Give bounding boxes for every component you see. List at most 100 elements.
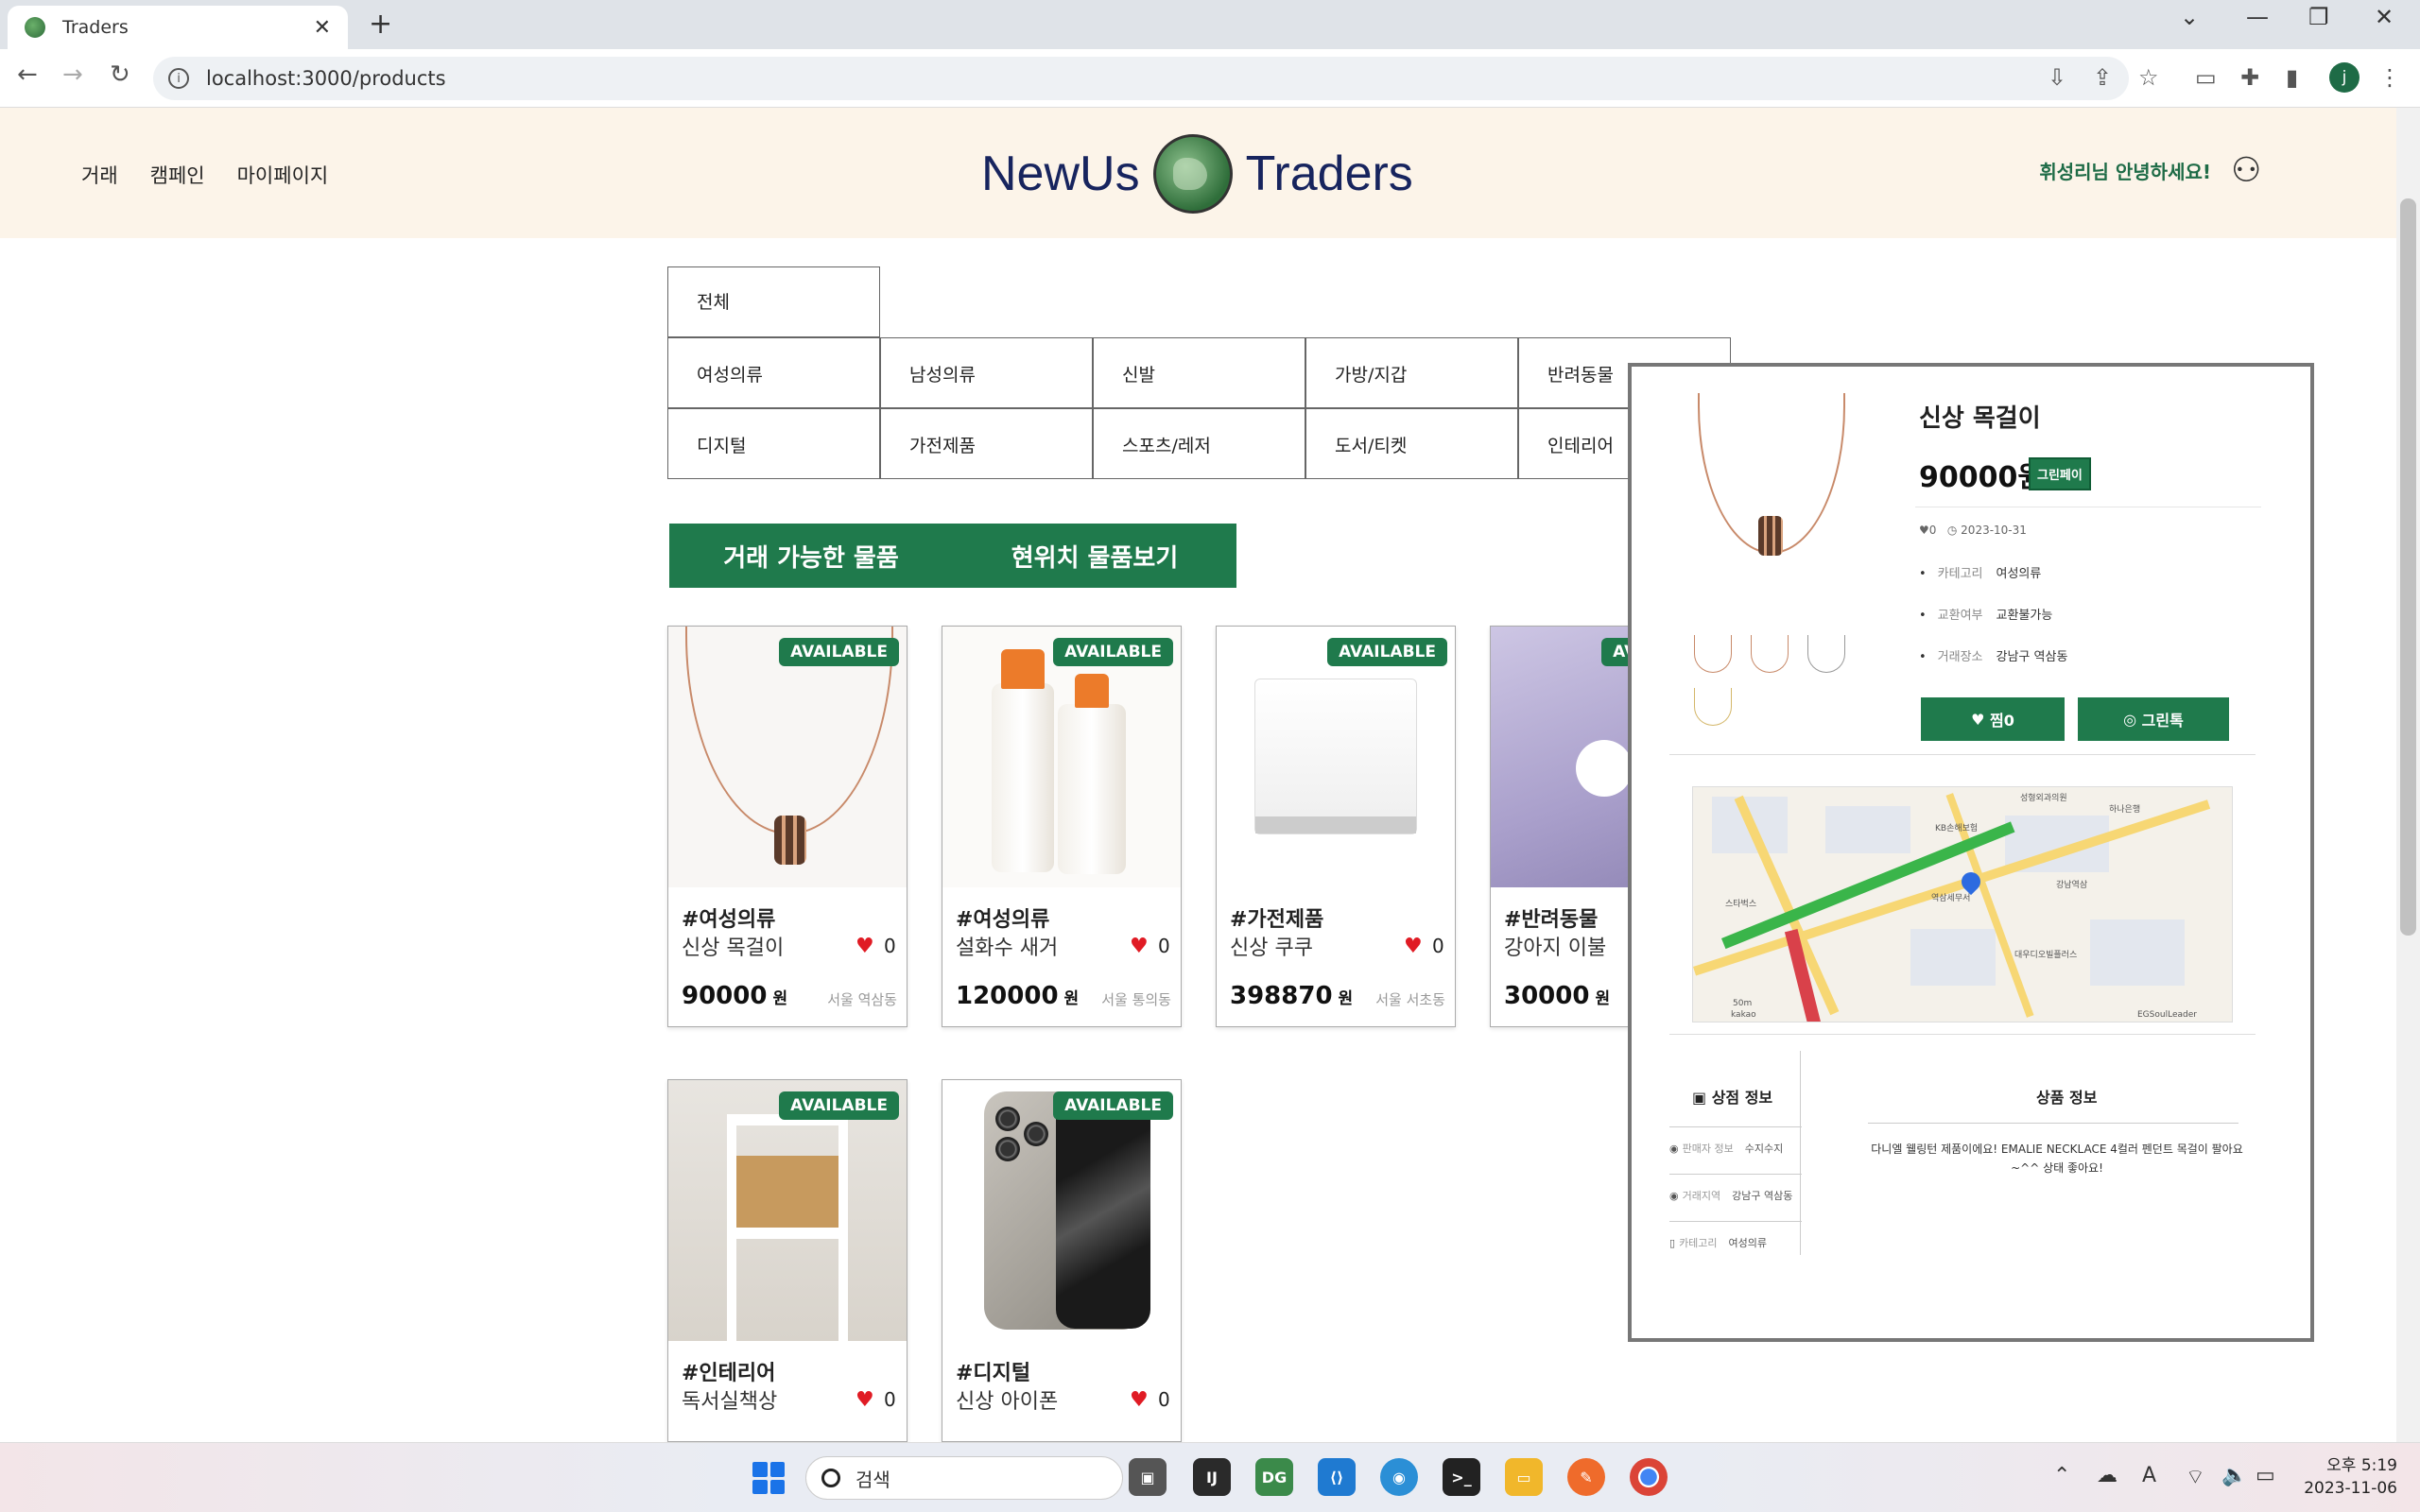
- site-header: 거래 캠페인 마이페이지 NewUs Traders 휘성리님 안녕하세요! ⚇: [0, 108, 2396, 238]
- product-category: #여성의류: [682, 908, 776, 932]
- chrome-icon[interactable]: [1630, 1458, 1668, 1496]
- chat-icon: ◎: [2123, 710, 2142, 729]
- detail-thumbnail[interactable]: [1694, 635, 1737, 690]
- shop-seller-row: ◉ 판매자 정보 수지수지: [1669, 1126, 1802, 1156]
- bookmark-star-icon[interactable]: ☆: [2138, 64, 2159, 91]
- intellij-icon[interactable]: IJ: [1193, 1458, 1231, 1496]
- close-window-icon[interactable]: ✕: [2375, 4, 2394, 30]
- product-image: AVAILABLE: [668, 627, 907, 887]
- browser-tab[interactable]: Traders ✕: [8, 6, 348, 49]
- category-books[interactable]: 도서/티켓: [1305, 408, 1518, 479]
- product-detail-panel: 신상 목걸이 90000원 그린페이 ♥0 ◷ 2023-10-31 • 카테고리…: [1628, 363, 2314, 1342]
- clock-time: 오후 5:19: [2326, 1456, 2397, 1475]
- extensions-icon[interactable]: ✚: [2240, 64, 2259, 91]
- close-tab-icon[interactable]: ✕: [314, 16, 331, 40]
- jjim-button[interactable]: ♥ 찜0: [1921, 697, 2065, 741]
- heart-icon[interactable]: ♥: [856, 1388, 874, 1412]
- docker-icon[interactable]: ◉: [1380, 1458, 1418, 1496]
- view-toggle: 거래 가능한 물품 현위치 물품보기: [669, 524, 1236, 588]
- available-badge: AVAILABLE: [1053, 1091, 1173, 1120]
- clock-icon: ◷: [1946, 524, 1958, 537]
- product-card[interactable]: AVAILABLE #인테리어 독서실책상 ♥ 0: [667, 1079, 908, 1442]
- nav-mypage[interactable]: 마이페이지: [237, 161, 329, 189]
- vscode-icon[interactable]: ⟨⟩: [1318, 1458, 1356, 1496]
- sidepanel-icon[interactable]: ▮: [2286, 64, 2298, 91]
- like-count: 0: [1158, 1388, 1170, 1411]
- heart-icon[interactable]: ♥: [1130, 1388, 1149, 1412]
- product-card[interactable]: AVAILABLE #여성의류 신상 목걸이 ♥ 0 90000 원 서울 역삼동: [667, 626, 908, 1027]
- wifi-icon[interactable]: ⌔: [2186, 1464, 2205, 1490]
- product-card[interactable]: AVAILABLE #가전제품 신상 쿠쿠 ♥ 0 398870 원 서울 서초동: [1216, 626, 1456, 1027]
- restore-icon[interactable]: ❐: [2308, 4, 2329, 30]
- heart-icon[interactable]: ♥: [1404, 935, 1423, 958]
- logo-word-right: Traders: [1245, 146, 1413, 201]
- heart-icon[interactable]: ♥: [1130, 935, 1149, 958]
- install-icon[interactable]: ⇩: [2048, 64, 2066, 91]
- product-category: #인테리어: [682, 1362, 776, 1385]
- share-icon[interactable]: ⇪: [2093, 64, 2112, 91]
- new-tab-icon[interactable]: +: [369, 8, 392, 41]
- available-items-button[interactable]: 거래 가능한 물품: [669, 524, 953, 588]
- product-price: 398870 원: [1230, 982, 1354, 1010]
- detail-thumbnail[interactable]: [1751, 635, 1794, 690]
- available-badge: AVAILABLE: [779, 638, 899, 666]
- battery-icon[interactable]: ▭: [2256, 1464, 2275, 1487]
- reload-icon[interactable]: ↻: [110, 60, 130, 89]
- ime-icon[interactable]: A: [2142, 1464, 2156, 1487]
- like-count: 0: [884, 935, 896, 957]
- site-info-icon[interactable]: i: [168, 68, 189, 89]
- nav-campaign[interactable]: 캠페인: [150, 161, 205, 189]
- page-scrollbar[interactable]: [2396, 108, 2420, 1442]
- menu-icon[interactable]: ⋮: [2378, 64, 2401, 91]
- volume-icon[interactable]: 🔈: [2221, 1464, 2247, 1487]
- location-map[interactable]: 성형외과의원 하나은행 KB손해보험 강남역삼 역삼세무서 스타벅스 대우디오빌…: [1692, 786, 2233, 1022]
- category-appliances[interactable]: 가전제품: [880, 408, 1093, 479]
- start-windows-icon[interactable]: [752, 1462, 785, 1494]
- category-bags[interactable]: 가방/지갑: [1305, 337, 1518, 408]
- forward-icon[interactable]: →: [62, 60, 83, 89]
- taskbar-search[interactable]: 검색: [805, 1456, 1123, 1500]
- user-add-icon[interactable]: ⚇: [2231, 151, 2261, 190]
- product-card[interactable]: AVAILABLE #디지털 신상 아이폰 ♥ 0: [942, 1079, 1182, 1442]
- terminal-icon[interactable]: >_: [1443, 1458, 1480, 1496]
- heart-icon[interactable]: ♥: [856, 935, 874, 958]
- onedrive-icon[interactable]: ☁: [2097, 1464, 2118, 1487]
- product-image: AVAILABLE: [1217, 627, 1455, 887]
- scrollbar-thumb[interactable]: [2400, 198, 2416, 936]
- greentalk-button[interactable]: ◎ 그린톡: [2078, 697, 2229, 741]
- nav-trade[interactable]: 거래: [81, 161, 118, 189]
- tray-overflow-icon[interactable]: ⌃: [2053, 1464, 2070, 1487]
- tab-search-icon[interactable]: ⌄: [2180, 4, 2199, 30]
- detail-thumbnail[interactable]: [1807, 635, 1851, 690]
- url-text: localhost:3000/products: [206, 67, 446, 90]
- url-bar[interactable]: i localhost:3000/products: [153, 57, 2129, 100]
- detail-title: 신상 목걸이: [1919, 404, 2041, 433]
- taskbar-clock[interactable]: 오후 5:19 2023-11-06: [2303, 1454, 2397, 1500]
- category-shoes[interactable]: 신발: [1093, 337, 1305, 408]
- nearby-items-button[interactable]: 현위치 물품보기: [953, 524, 1236, 588]
- heart-icon: ♥: [1971, 710, 1991, 729]
- task-view-icon[interactable]: ▣: [1129, 1458, 1167, 1496]
- site-logo[interactable]: NewUs Traders: [981, 134, 1413, 214]
- category-womens[interactable]: 여성의류: [667, 337, 880, 408]
- product-card[interactable]: AVAILABLE #여성의류 설화수 새거 ♥ 0 120000 원 서울 통의…: [942, 626, 1182, 1027]
- minimize-icon[interactable]: —: [2246, 4, 2269, 30]
- product-category: #디지털: [956, 1362, 1031, 1385]
- product-location: 서울 역삼동: [827, 991, 897, 1008]
- category-digital[interactable]: 디지털: [667, 408, 880, 479]
- address-toolbar: ← → ↻ i localhost:3000/products ⇩ ⇪ ☆ ▭ …: [0, 49, 2420, 108]
- detail-thumbnail[interactable]: [1694, 688, 1737, 743]
- profile-avatar[interactable]: j: [2329, 62, 2360, 93]
- category-all[interactable]: 전체: [667, 266, 880, 337]
- back-icon[interactable]: ←: [17, 60, 38, 89]
- category-sports[interactable]: 스포츠/레저: [1093, 408, 1305, 479]
- product-description: 다니엘 웰링턴 제품이에요! EMALIE NECKLACE 4컬러 펜던트 목…: [1871, 1143, 2243, 1175]
- datagrip-icon[interactable]: DG: [1255, 1458, 1293, 1496]
- available-badge: AVAILABLE: [1053, 638, 1173, 666]
- cast-icon[interactable]: ▭: [2195, 64, 2217, 91]
- file-explorer-icon[interactable]: ▭: [1505, 1458, 1543, 1496]
- product-price: 30000 원: [1504, 982, 1611, 1010]
- divider: [1868, 1123, 2238, 1124]
- postman-icon[interactable]: ✎: [1567, 1458, 1605, 1496]
- category-mens[interactable]: 남성의류: [880, 337, 1093, 408]
